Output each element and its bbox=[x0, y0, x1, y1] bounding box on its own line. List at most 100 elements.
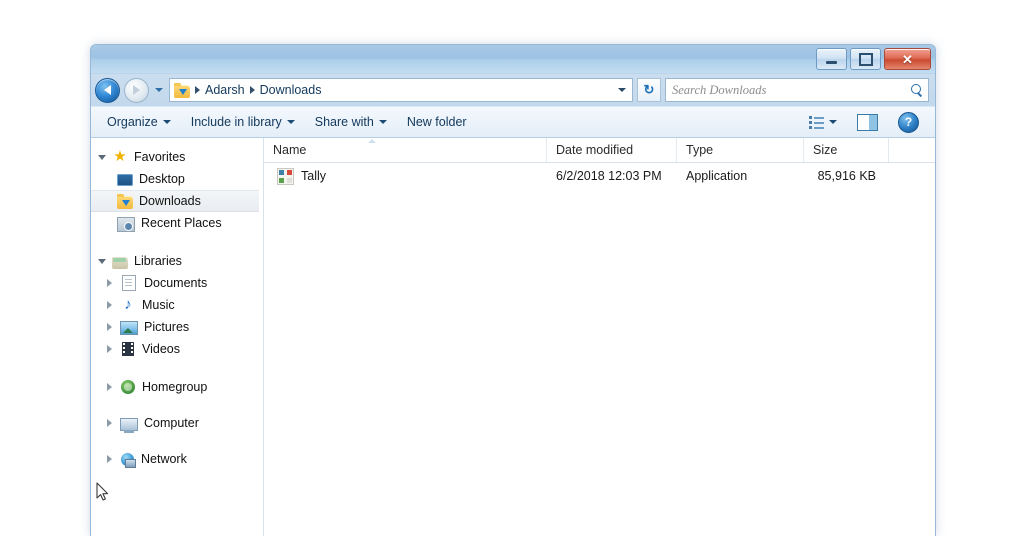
command-bar: Organize Include in library Share with N… bbox=[91, 106, 935, 138]
sidebar-item-downloads[interactable]: Downloads bbox=[91, 190, 259, 212]
expander-icon[interactable] bbox=[105, 383, 114, 391]
sidebar-label-favorites: Favorites bbox=[134, 150, 186, 164]
expander-icon[interactable] bbox=[105, 279, 114, 287]
share-with-label: Share with bbox=[314, 115, 374, 129]
search-box[interactable]: Search Downloads bbox=[665, 78, 929, 102]
file-name-cell[interactable]: Tally bbox=[264, 167, 547, 185]
recent-pages-dropdown[interactable] bbox=[153, 78, 165, 103]
sidebar-divider bbox=[91, 434, 263, 448]
forward-arrow-icon bbox=[133, 85, 140, 95]
address-dropdown-button[interactable] bbox=[614, 80, 630, 100]
pictures-icon bbox=[120, 321, 138, 335]
breadcrumb-separator-icon bbox=[249, 86, 255, 94]
breadcrumb-item-user[interactable]: Adarsh bbox=[205, 83, 245, 97]
window-body: ★ Favorites Desktop Downloads Recent Pla… bbox=[91, 138, 935, 536]
breadcrumb-item-downloads[interactable]: Downloads bbox=[260, 83, 322, 97]
expander-icon[interactable] bbox=[105, 455, 114, 463]
sidebar-label-computer: Computer bbox=[144, 416, 199, 430]
help-button[interactable]: ? bbox=[888, 111, 929, 133]
share-with-button[interactable]: Share with bbox=[305, 111, 397, 133]
sidebar-item-music[interactable]: ♪ Music bbox=[91, 294, 263, 316]
sidebar-item-videos[interactable]: Videos bbox=[91, 338, 263, 360]
sidebar-label-pictures: Pictures bbox=[144, 320, 190, 334]
sidebar-divider bbox=[91, 360, 263, 376]
expander-icon[interactable] bbox=[105, 301, 114, 309]
maximize-button[interactable] bbox=[850, 48, 881, 70]
sidebar-item-computer[interactable]: Computer bbox=[91, 412, 263, 434]
forward-button[interactable] bbox=[124, 77, 149, 103]
chevron-down-icon bbox=[378, 120, 387, 124]
sidebar-item-recent-places[interactable]: Recent Places bbox=[91, 212, 263, 234]
minimize-button[interactable] bbox=[816, 48, 847, 70]
desktop-icon bbox=[117, 174, 133, 186]
chevron-down-icon bbox=[162, 120, 171, 124]
sidebar-label-homegroup: Homegroup bbox=[142, 380, 208, 394]
change-view-button[interactable] bbox=[799, 111, 847, 133]
new-folder-label: New folder bbox=[406, 115, 467, 129]
sidebar-item-pictures[interactable]: Pictures bbox=[91, 316, 263, 338]
navigation-pane: ★ Favorites Desktop Downloads Recent Pla… bbox=[91, 138, 264, 536]
window-controls: ✕ bbox=[816, 48, 931, 70]
include-in-library-button[interactable]: Include in library bbox=[181, 111, 305, 133]
address-bar-row: Adarsh Downloads ↻ Search Downloads bbox=[91, 74, 935, 106]
videos-film-icon bbox=[122, 342, 134, 356]
sidebar-item-desktop[interactable]: Desktop bbox=[91, 168, 263, 190]
sidebar-label-desktop: Desktop bbox=[139, 172, 185, 186]
downloads-folder-icon bbox=[174, 82, 190, 98]
breadcrumb-separator-icon bbox=[195, 86, 200, 94]
downloads-folder-icon bbox=[117, 193, 133, 209]
sidebar-label-music: Music bbox=[142, 298, 175, 312]
file-type-cell: Application bbox=[686, 169, 748, 183]
close-button[interactable]: ✕ bbox=[884, 48, 931, 70]
libraries-icon bbox=[112, 256, 128, 269]
star-icon: ★ bbox=[113, 148, 127, 165]
column-header-type[interactable]: Type bbox=[677, 138, 804, 162]
minimize-icon bbox=[826, 60, 837, 64]
preview-pane-button[interactable] bbox=[847, 111, 888, 133]
close-icon: ✕ bbox=[902, 51, 913, 67]
organize-button[interactable]: Organize bbox=[97, 111, 181, 133]
new-folder-button[interactable]: New folder bbox=[397, 111, 477, 133]
document-icon bbox=[122, 275, 136, 291]
sidebar-label-documents: Documents bbox=[144, 276, 208, 290]
help-icon: ? bbox=[898, 111, 919, 133]
sidebar-group-libraries[interactable]: Libraries bbox=[91, 250, 263, 272]
back-button[interactable] bbox=[95, 77, 120, 103]
file-name-label: Tally bbox=[301, 169, 327, 183]
table-row[interactable]: Tally 6/2/2018 12:03 PM Application 85,9… bbox=[264, 163, 935, 189]
organize-label: Organize bbox=[107, 115, 158, 129]
search-icon bbox=[911, 83, 924, 97]
chevron-down-icon bbox=[286, 120, 295, 124]
title-bar[interactable]: ✕ bbox=[91, 45, 935, 74]
column-header-size[interactable]: Size bbox=[804, 138, 889, 162]
homegroup-icon bbox=[121, 380, 135, 394]
breadcrumb: Adarsh Downloads bbox=[174, 82, 614, 98]
music-note-icon: ♪ bbox=[124, 296, 132, 313]
sidebar-item-homegroup[interactable]: Homegroup bbox=[91, 376, 263, 398]
sidebar-item-documents[interactable]: Documents bbox=[91, 272, 263, 294]
search-input[interactable]: Search Downloads bbox=[672, 83, 911, 98]
refresh-button[interactable]: ↻ bbox=[637, 78, 661, 102]
expander-icon[interactable] bbox=[105, 345, 114, 353]
tally-application-icon bbox=[277, 167, 294, 185]
explorer-window: ✕ Adarsh Downloads ↻ Search Downloads Or… bbox=[90, 44, 936, 536]
maximize-icon bbox=[858, 52, 873, 66]
sort-ascending-icon bbox=[368, 139, 376, 143]
expander-icon[interactable] bbox=[105, 323, 114, 331]
sidebar-group-favorites[interactable]: ★ Favorites bbox=[91, 146, 263, 168]
address-bar[interactable]: Adarsh Downloads bbox=[169, 78, 633, 102]
column-header-date-modified[interactable]: Date modified bbox=[547, 138, 677, 162]
expander-icon[interactable] bbox=[97, 154, 106, 160]
chevron-down-icon bbox=[155, 88, 163, 92]
column-header-name[interactable]: Name bbox=[264, 138, 547, 162]
network-icon bbox=[121, 453, 136, 468]
sidebar-divider bbox=[91, 234, 263, 250]
chevron-down-icon bbox=[618, 88, 626, 92]
view-dropdown-caret-icon bbox=[829, 120, 837, 124]
expander-icon[interactable] bbox=[105, 419, 114, 427]
sidebar-item-network[interactable]: Network bbox=[91, 448, 263, 470]
preview-pane-icon bbox=[857, 113, 878, 131]
expander-icon[interactable] bbox=[97, 258, 106, 264]
sidebar-label-videos: Videos bbox=[142, 342, 180, 356]
include-in-library-label: Include in library bbox=[190, 115, 282, 129]
